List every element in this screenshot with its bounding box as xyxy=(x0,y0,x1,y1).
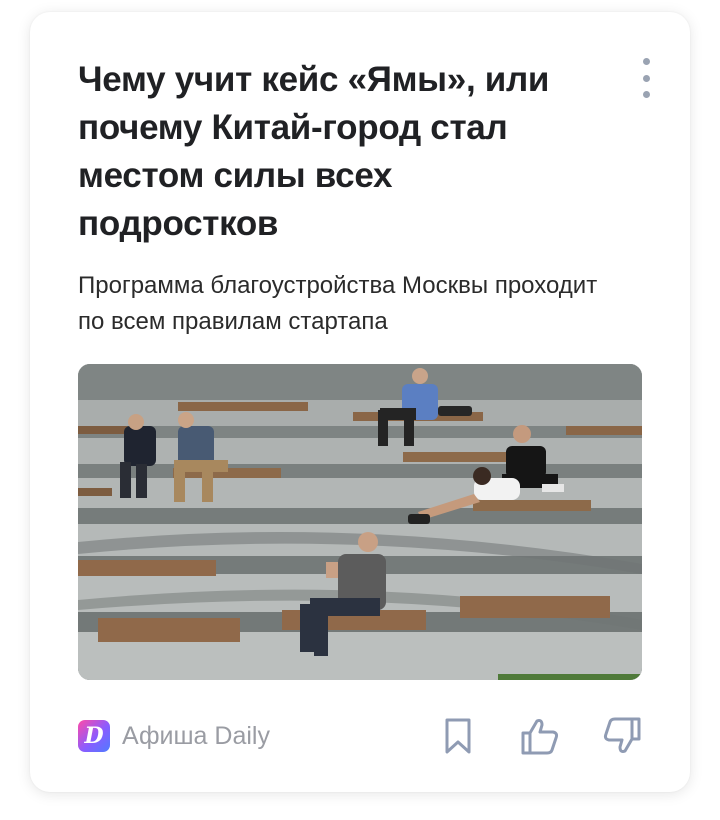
article-subtitle: Программа благоустройства Москвы проходи… xyxy=(78,272,598,335)
card-footer: D Афиша Daily xyxy=(78,712,642,760)
more-options-icon[interactable] xyxy=(636,58,656,98)
source-name[interactable]: Афиша Daily xyxy=(122,722,270,751)
article-title[interactable]: Чему учит кейс «Ямы», или почему Китай-г… xyxy=(78,56,598,248)
bookmark-icon[interactable] xyxy=(438,716,478,756)
article-image[interactable] xyxy=(78,364,642,680)
news-card[interactable]: Чему учит кейс «Ямы», или почему Китай-г… xyxy=(30,12,690,792)
card-actions xyxy=(438,716,642,756)
thumbs-up-icon[interactable] xyxy=(520,716,560,756)
source-logo[interactable]: D xyxy=(78,720,110,752)
thumbs-down-icon[interactable] xyxy=(602,716,642,756)
